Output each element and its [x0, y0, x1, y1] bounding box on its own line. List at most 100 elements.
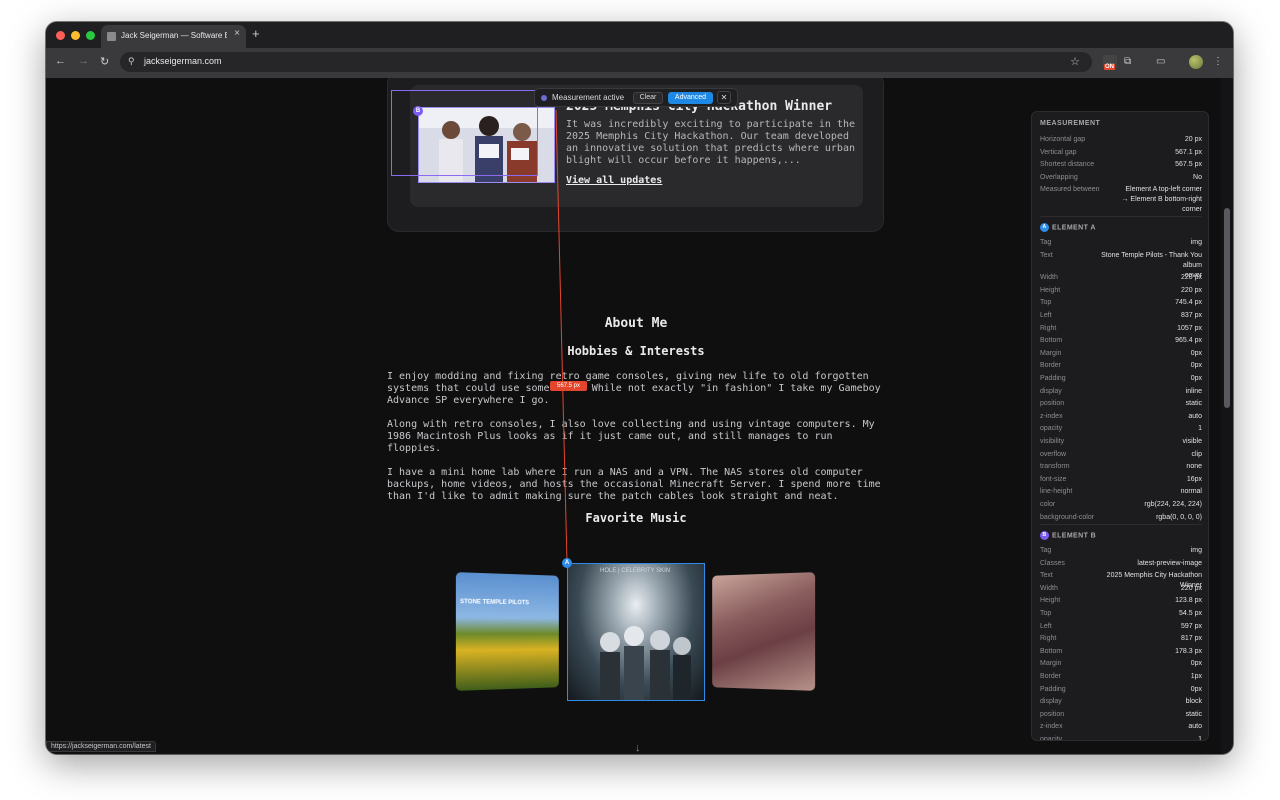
panel-row-value: 837 px	[1092, 311, 1202, 321]
panel-row-key: Padding	[1040, 375, 1066, 382]
panel-row-key: Horizontal gap	[1040, 136, 1085, 143]
panel-row-key: opacity	[1040, 425, 1062, 432]
panel-row: Bottom 965.4 px	[1040, 336, 1202, 346]
panel-row-value: 1px	[1092, 672, 1202, 682]
panel-row: Top 745.4 px	[1040, 298, 1202, 308]
panel-row-key: Border	[1040, 673, 1061, 680]
panel-row: Right 817 px	[1040, 634, 1202, 644]
view-all-updates-link[interactable]: View all updates	[566, 175, 662, 186]
panel-row-value: 597 px	[1092, 622, 1202, 632]
panel-row-value: visible	[1092, 437, 1202, 447]
back-icon[interactable]: ←	[55, 55, 66, 67]
profile-avatar[interactable]	[1189, 55, 1203, 69]
close-window-button[interactable]	[56, 31, 65, 40]
new-tab-button[interactable]: +	[252, 26, 260, 41]
browser-window: Jack Seigerman — Software E × + ← → ↻ ⚲ …	[46, 22, 1233, 754]
album-cover-hole-celebrity-skin[interactable]: HOLE | CELEBRITY SKIN	[567, 563, 705, 701]
panel-row-key: Measured between	[1040, 186, 1100, 193]
panel-row: Horizontal gap 20 px	[1040, 135, 1202, 145]
panel-row-key: Left	[1040, 623, 1052, 630]
element-a-title: ELEMENT A	[1052, 224, 1096, 231]
panel-row-value: latest-preview-image	[1092, 559, 1202, 569]
panel-divider	[1040, 216, 1202, 217]
album-cover-stone-temple-pilots[interactable]: STONE TEMPLE PILOTS	[456, 572, 559, 691]
panel-row: Height 220 px	[1040, 286, 1202, 296]
panel-row: display inline	[1040, 387, 1202, 397]
panel-row-value: 123.8 px	[1092, 596, 1202, 606]
panel-row-key: Border	[1040, 362, 1061, 369]
site-info-icon[interactable]: ⚲	[128, 56, 135, 67]
reload-icon[interactable]: ↻	[100, 55, 109, 68]
panel-row-key: Bottom	[1040, 337, 1062, 344]
panel-row-value: rgb(224, 224, 224)	[1092, 500, 1202, 510]
minimize-window-button[interactable]	[71, 31, 80, 40]
distance-label: 567.5 px	[550, 381, 587, 391]
panel-row-key: Width	[1040, 585, 1058, 592]
panel-row-key: Margin	[1040, 350, 1061, 357]
tab-active[interactable]: Jack Seigerman — Software E ×	[101, 25, 246, 48]
panel-row-key: Height	[1040, 597, 1060, 604]
element-b-badge-icon: B	[1040, 531, 1049, 540]
page-scrollbar[interactable]	[1221, 78, 1233, 754]
panel-row-value: 16px	[1092, 475, 1202, 485]
clear-button[interactable]: Clear	[633, 92, 663, 104]
panel-row: position static	[1040, 710, 1202, 720]
panel-row: Width 220 px	[1040, 584, 1202, 594]
panel-row-key: Tag	[1040, 239, 1051, 246]
panel-row-key: display	[1040, 388, 1062, 395]
close-measurement-button[interactable]: ✕	[717, 91, 731, 104]
panel-row-value: 745.4 px	[1092, 298, 1202, 308]
panel-row-key: z-index	[1040, 723, 1063, 730]
panel-row: line-height normal	[1040, 487, 1202, 497]
album-center-graphic	[568, 564, 705, 701]
panel-row: z-index auto	[1040, 722, 1202, 732]
panel-row-value: 54.5 px	[1092, 609, 1202, 619]
panel-row-key: background-color	[1040, 514, 1094, 521]
panel-row-value: 220 px	[1092, 273, 1202, 283]
url-text[interactable]: jackseigerman.com	[144, 56, 222, 66]
panel-row: Border 0px	[1040, 361, 1202, 371]
menu-icon[interactable]: ⋮	[1213, 56, 1223, 67]
panel-row: Margin 0px	[1040, 659, 1202, 669]
status-bar-url: https://jackseigerman.com/latest	[46, 741, 156, 752]
panel-row-value: 1	[1092, 424, 1202, 434]
panel-row-key: position	[1040, 400, 1064, 407]
panel-row-key: Right	[1040, 635, 1056, 642]
panel-row: Height 123.8 px	[1040, 596, 1202, 606]
panel-row-value: img	[1092, 238, 1202, 248]
panel-row-value: auto	[1092, 722, 1202, 732]
panel-row-key: line-height	[1040, 488, 1072, 495]
extension-on-badge: ON	[1104, 64, 1115, 70]
panel-row-key: Vertical gap	[1040, 149, 1077, 156]
panel-row-key: color	[1040, 501, 1055, 508]
panel-row-value: static	[1092, 710, 1202, 720]
panel-row-key: Classes	[1040, 560, 1065, 567]
hobbies-paragraph-2: Along with retro consoles, I also love c…	[387, 419, 887, 455]
extensions-icon[interactable]: ⧉	[1124, 56, 1131, 67]
cast-icon[interactable]: ▭	[1156, 56, 1165, 67]
browser-toolbar: ← → ↻ ⚲ jackseigerman.com ☆ ⧉ ▭ ⋮	[46, 48, 1233, 78]
panel-row-value: 0px	[1092, 685, 1202, 695]
advanced-button[interactable]: Advanced	[668, 92, 713, 104]
panel-row: Vertical gap 567.1 px	[1040, 148, 1202, 158]
panel-row-key: Overlapping	[1040, 174, 1078, 181]
zoom-window-button[interactable]	[86, 31, 95, 40]
panel-row-value: clip	[1092, 450, 1202, 460]
album-cover-right[interactable]	[712, 572, 815, 691]
hobbies-paragraph-1: I enjoy modding and fixing retro game co…	[387, 371, 887, 407]
address-bar[interactable]: ⚲ jackseigerman.com ☆	[120, 52, 1092, 72]
panel-row-value: 0px	[1092, 349, 1202, 359]
panel-row: font-size 16px	[1040, 475, 1202, 485]
forward-icon[interactable]: →	[78, 55, 89, 67]
element-b-section: B ELEMENT B	[1040, 531, 1096, 540]
panel-row-key: Text	[1040, 572, 1053, 579]
panel-row-value: 20 px	[1092, 135, 1202, 145]
panel-row-value: 567.1 px	[1092, 148, 1202, 158]
scroll-down-icon[interactable]: ↓	[635, 742, 641, 754]
bookmark-star-icon[interactable]: ☆	[1070, 55, 1080, 68]
measure-extension-icon[interactable]: ON	[1103, 55, 1117, 69]
tab-close-icon[interactable]: ×	[234, 28, 240, 39]
panel-row-key: Tag	[1040, 547, 1051, 554]
scrollbar-thumb[interactable]	[1224, 208, 1230, 408]
panel-row-value: auto	[1092, 412, 1202, 422]
